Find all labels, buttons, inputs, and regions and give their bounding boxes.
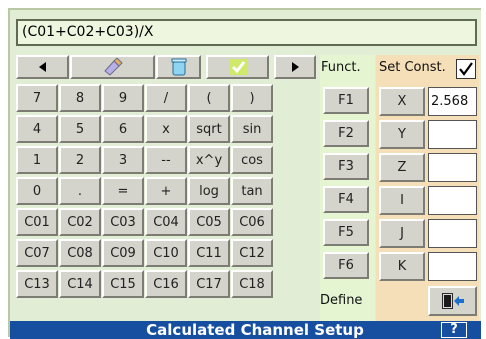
key-channel-c12[interactable]: C12 (231, 239, 273, 267)
set-const-checkbox[interactable] (456, 59, 476, 79)
function-key-f4[interactable]: F4 (323, 186, 369, 213)
key-channel-c17[interactable]: C17 (188, 270, 230, 298)
key-decimal[interactable]: . (59, 177, 101, 205)
key-0[interactable]: 0 (16, 177, 58, 205)
key-3[interactable]: 3 (102, 146, 144, 174)
accept-button[interactable] (206, 55, 269, 79)
function-key-f1[interactable]: F1 (323, 87, 369, 114)
key-minus[interactable]: -- (145, 146, 187, 174)
key-channel-c16[interactable]: C16 (145, 270, 187, 298)
function-key-f6[interactable]: F6 (323, 252, 369, 279)
key-9[interactable]: 9 (102, 84, 144, 112)
check-mark-icon (459, 62, 473, 76)
recycle-bin-icon (171, 58, 186, 76)
constant-k-value[interactable] (428, 252, 477, 281)
constant-z-button[interactable]: Z (379, 153, 425, 182)
key-plus[interactable]: + (145, 177, 187, 205)
constant-y-button[interactable]: Y (379, 120, 425, 149)
status-bar: Calculated Channel Setup ? (10, 321, 481, 339)
set-const-header: Set Const. (379, 60, 446, 75)
key-channel-c03[interactable]: C03 (102, 208, 144, 236)
key-divide[interactable]: / (145, 84, 187, 112)
key-sin[interactable]: sin (231, 115, 273, 143)
cursor-left-button[interactable] (16, 55, 69, 79)
cursor-right-button[interactable] (274, 55, 316, 79)
key-6[interactable]: 6 (102, 115, 144, 143)
left-triangle-icon (38, 62, 46, 72)
key-channel-c14[interactable]: C14 (59, 270, 101, 298)
key-channel-c06[interactable]: C06 (231, 208, 273, 236)
key-channel-c18[interactable]: C18 (231, 270, 273, 298)
delete-button[interactable] (156, 55, 201, 79)
funct-header: Funct. (321, 60, 361, 75)
key-power[interactable]: x^y (188, 146, 230, 174)
help-button[interactable]: ? (441, 322, 467, 338)
constant-j-value[interactable] (428, 219, 477, 248)
key-tan[interactable]: tan (231, 177, 273, 205)
key-channel-c05[interactable]: C05 (188, 208, 230, 236)
key-channel-c01[interactable]: C01 (16, 208, 58, 236)
key-sqrt[interactable]: sqrt (188, 115, 230, 143)
key-channel-c13[interactable]: C13 (16, 270, 58, 298)
key-equals[interactable]: = (102, 177, 144, 205)
status-bar-title: Calculated Channel Setup (146, 321, 364, 339)
eraser-button[interactable] (70, 55, 155, 79)
constant-j-button[interactable]: J (379, 219, 425, 248)
key-7[interactable]: 7 (16, 84, 58, 112)
key-log[interactable]: log (188, 177, 230, 205)
key-channel-c10[interactable]: C10 (145, 239, 187, 267)
constant-i-button[interactable]: I (379, 186, 425, 215)
constant-k-button[interactable]: K (379, 252, 425, 281)
key-channel-c02[interactable]: C02 (59, 208, 101, 236)
eraser-icon (103, 58, 123, 76)
check-mark-icon (228, 59, 247, 75)
constant-z-value[interactable] (428, 153, 477, 182)
exit-button[interactable] (428, 286, 477, 316)
key-channel-c15[interactable]: C15 (102, 270, 144, 298)
constant-y-value[interactable] (428, 120, 477, 149)
key-channel-c11[interactable]: C11 (188, 239, 230, 267)
key-channel-c09[interactable]: C09 (102, 239, 144, 267)
constant-x-value[interactable]: 2.568 (428, 87, 477, 116)
constant-x-button[interactable]: X (379, 87, 425, 116)
key-channel-c08[interactable]: C08 (59, 239, 101, 267)
key-channel-c07[interactable]: C07 (16, 239, 58, 267)
key-1[interactable]: 1 (16, 146, 58, 174)
right-triangle-icon (292, 62, 299, 72)
constant-i-value[interactable] (428, 186, 477, 215)
calculated-channel-window: (C01+C02+C03)/X 7 8 9 / ( ) 4 5 6 x sqrt… (8, 8, 481, 339)
function-key-f3[interactable]: F3 (323, 153, 369, 180)
key-cos[interactable]: cos (231, 146, 273, 174)
key-multiply[interactable]: x (145, 115, 187, 143)
key-close-paren[interactable]: ) (231, 84, 273, 112)
key-8[interactable]: 8 (59, 84, 101, 112)
key-4[interactable]: 4 (16, 115, 58, 143)
define-label: Define (320, 293, 363, 308)
key-5[interactable]: 5 (59, 115, 101, 143)
exit-door-icon (441, 293, 464, 309)
formula-field[interactable]: (C01+C02+C03)/X (16, 19, 477, 46)
function-key-f2[interactable]: F2 (323, 120, 369, 147)
key-2[interactable]: 2 (59, 146, 101, 174)
key-open-paren[interactable]: ( (188, 84, 230, 112)
key-channel-c04[interactable]: C04 (145, 208, 187, 236)
function-key-f5[interactable]: F5 (323, 219, 369, 246)
